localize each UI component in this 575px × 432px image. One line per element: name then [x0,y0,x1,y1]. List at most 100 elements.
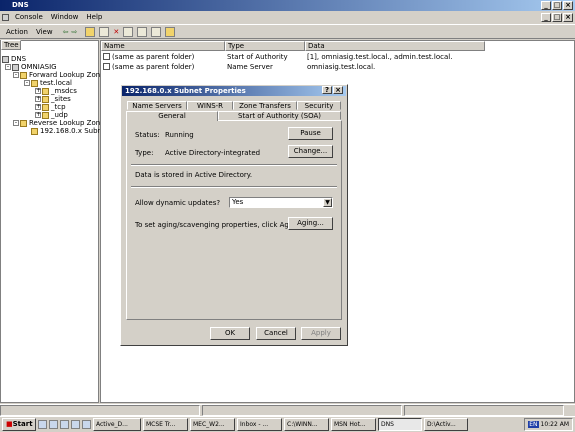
delete-icon[interactable]: ✕ [113,28,119,36]
action-menu[interactable]: Action [2,28,32,36]
tree-node-udp[interactable]: + _udp [2,111,108,119]
help-button[interactable]: ? [322,86,332,94]
collapse-icon[interactable]: - [5,64,11,70]
forward-icon[interactable]: ⇨ [71,28,77,36]
window-title: DNS [12,1,29,9]
column-header-data[interactable]: Data [305,41,485,51]
back-icon[interactable]: ⇦ [63,28,69,36]
menu-bar: Console Window Help _ □ × [0,11,575,23]
column-header-type[interactable]: Type [225,41,305,51]
dynamic-updates-select[interactable]: Yes ▼ [229,197,333,208]
tree-node-server[interactable]: - OMNIASIG [2,63,108,71]
export-list-icon[interactable] [151,26,162,37]
tab-security[interactable]: Security [297,101,341,110]
properties-icon[interactable] [123,26,134,37]
ok-button[interactable]: OK [210,327,250,340]
column-header-name[interactable]: Name [101,41,225,51]
task-button[interactable]: MSN Hot... [331,418,376,431]
dialog-controls: ? × [322,86,343,94]
tab-name-servers[interactable]: Name Servers [127,101,187,110]
row-name: (same as parent folder) [112,53,195,61]
tree-node-tcp[interactable]: + _tcp [2,103,108,111]
expand-icon[interactable]: + [35,112,41,118]
expand-icon[interactable]: + [35,96,41,102]
task-button[interactable]: Inbox - ... [237,418,282,431]
task-button[interactable]: C:\WINN... [284,418,329,431]
row-data: omniasig.test.local. [307,63,376,71]
browser-icon[interactable] [49,420,58,429]
up-folder-icon[interactable] [85,26,96,37]
tab-zone-transfers[interactable]: Zone Transfers [233,101,297,110]
tree-node-forward-zones[interactable]: - Forward Lookup Zones [2,71,108,79]
tab-wins-r[interactable]: WINS-R [187,101,233,110]
menu-console[interactable]: Console [11,11,47,23]
record-icon [103,63,110,70]
tree-node-sites[interactable]: + _sites [2,95,108,103]
task-button[interactable]: Active_D... [93,418,141,431]
collapse-icon[interactable]: - [13,72,19,78]
status-cell [404,405,564,416]
collapse-icon[interactable]: - [24,80,30,86]
table-row[interactable]: (same as parent folder) Name Server omni… [103,63,375,72]
row-name: (same as parent folder) [112,63,195,71]
tree-tab[interactable]: Tree [1,40,21,50]
aging-button[interactable]: Aging... [288,217,333,230]
windows-logo-icon: ■ [6,420,13,428]
tree-node-test-local[interactable]: - test.local [2,79,108,87]
chevron-down-icon[interactable]: ▼ [323,198,332,207]
help-icon[interactable] [165,26,176,37]
task-button-active[interactable]: DNS [378,418,422,431]
collapse-icon[interactable]: - [13,120,19,126]
tree-node-dns[interactable]: DNS [2,55,108,63]
apply-button[interactable]: Apply [301,327,341,340]
task-button[interactable]: MEC_W2... [190,418,235,431]
close-button[interactable]: × [563,1,573,10]
task-button[interactable]: MCSE Tr... [143,418,188,431]
tree-node-subnet[interactable]: 192.168.0.x Subne [2,127,108,135]
change-button[interactable]: Change... [288,145,333,158]
mdi-minimize-button[interactable]: _ [541,13,551,22]
type-value: Active Directory-integrated [165,149,261,157]
dynamic-updates-value: Yes [232,198,244,206]
tab-general[interactable]: General [126,111,218,121]
type-label: Type: [135,149,154,157]
folder-icon [42,95,49,103]
table-row[interactable]: (same as parent folder) Start of Authori… [103,53,452,62]
start-button[interactable]: ■Start [2,418,36,431]
desktop-icon[interactable] [38,420,47,429]
menu-window[interactable]: Window [47,11,83,23]
row-data: [1], omniasig.test.local., admin.test.lo… [307,53,453,61]
pause-button[interactable]: Pause [288,127,333,140]
menu-help[interactable]: Help [82,11,106,23]
tree-node-msdcs[interactable]: + _msdcs [2,87,108,95]
cancel-button[interactable]: Cancel [256,327,296,340]
dialog-title-bar: 192.168.0.x Subnet Properties ? × [122,86,346,96]
status-cell [0,405,200,416]
clock[interactable]: 10:22 AM [541,421,569,428]
pencil-icon[interactable] [82,420,91,429]
minimize-button[interactable]: _ [541,1,551,10]
refresh-icon[interactable] [137,26,148,37]
title-bar: DNS _ □ × [0,0,575,11]
expand-icon[interactable]: + [35,104,41,110]
tab-soa[interactable]: Start of Authority (SOA) [218,111,341,120]
dialog-close-button[interactable]: × [333,86,343,94]
language-indicator[interactable]: EN [528,421,539,428]
server-icon [12,63,19,71]
outlook-icon[interactable] [60,420,69,429]
ad-storage-note: Data is stored in Active Directory. [135,171,253,179]
view-menu[interactable]: View [32,28,57,36]
tree-view: DNS - OMNIASIG - Forward Lookup Zones - tes… [2,55,108,135]
mdi-restore-button[interactable]: □ [552,13,562,22]
folder-icon [42,111,49,119]
mdi-close-button[interactable]: × [563,13,573,22]
expand-icon[interactable]: + [35,88,41,94]
taskbar: ■Start Active_D... MCSE Tr... MEC_W2... … [0,416,575,432]
task-button[interactable]: D:\Activ... [424,418,468,431]
maximize-button[interactable]: □ [552,1,562,10]
folder-icon [42,87,49,95]
show-hide-tree-icon[interactable] [99,26,110,37]
dns-icon [2,55,9,63]
explorer-icon[interactable] [71,420,80,429]
tree-node-reverse-zones[interactable]: - Reverse Lookup Zones [2,119,108,127]
